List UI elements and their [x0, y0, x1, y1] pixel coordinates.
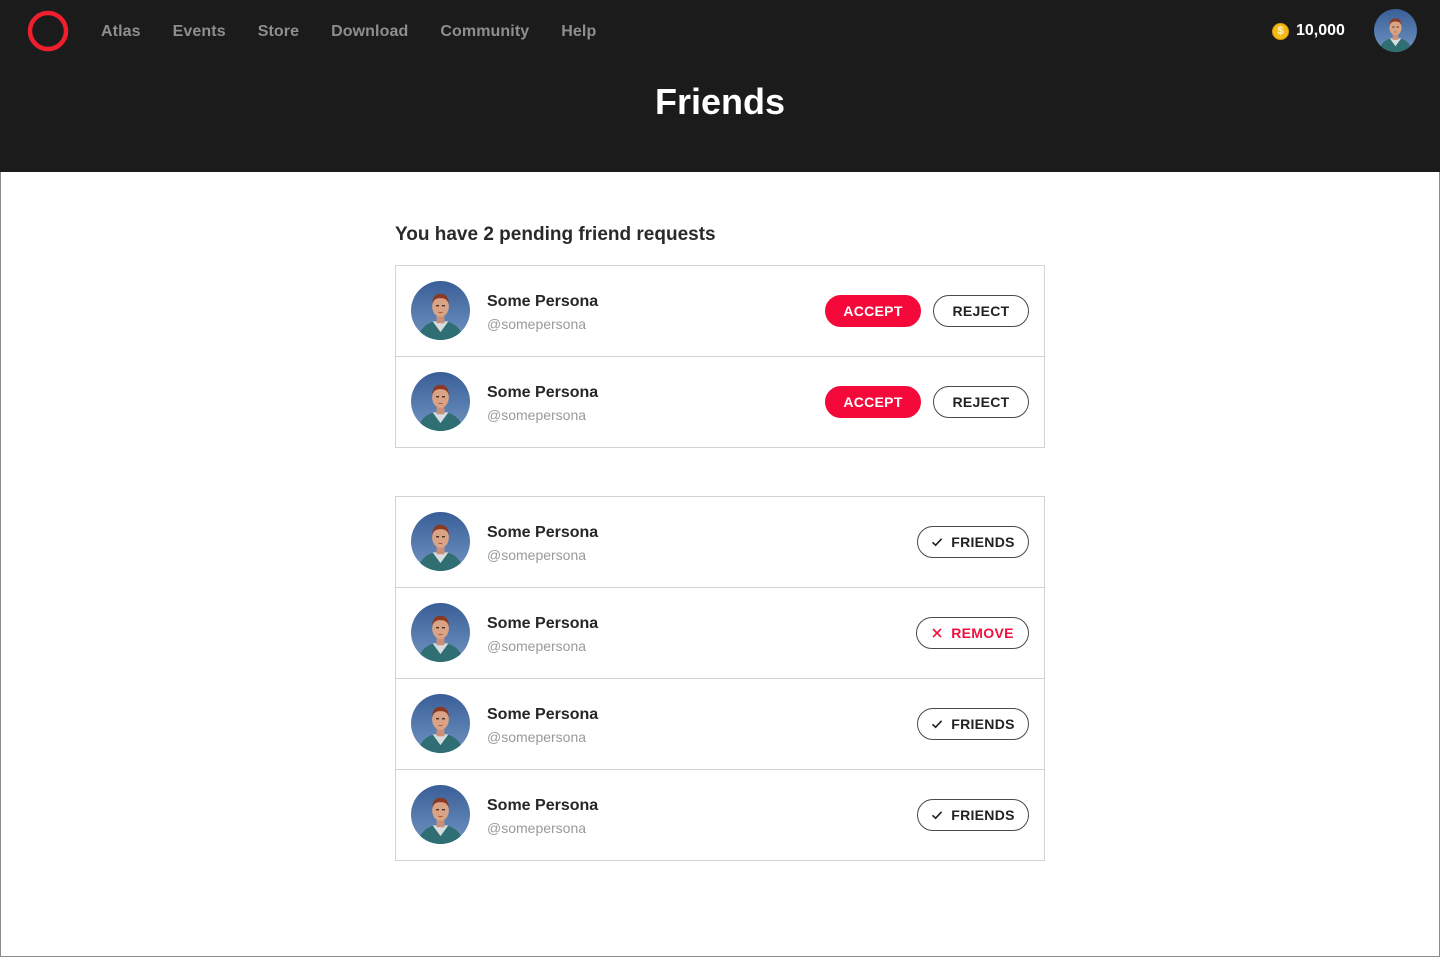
friends-list: Some Persona @somepersona FRIENDS Some P…	[395, 496, 1045, 861]
persona-name[interactable]: Some Persona	[487, 383, 598, 403]
list-item: Some Persona @somepersona FRIENDS	[396, 679, 1044, 770]
friends-button[interactable]: FRIENDS	[917, 708, 1029, 740]
friends-button[interactable]: FRIENDS	[917, 526, 1029, 558]
nav-item-download[interactable]: Download	[331, 23, 408, 41]
accept-button[interactable]: ACCEPT	[825, 295, 921, 327]
avatar[interactable]	[411, 281, 470, 340]
list-item: Some Persona @somepersona REMOVE	[396, 588, 1044, 679]
nav-item-community[interactable]: Community	[440, 23, 529, 41]
currency-balance[interactable]: $ 10,000	[1272, 20, 1345, 42]
friends-button[interactable]: FRIENDS	[917, 799, 1029, 831]
persona-handle: @somepersona	[487, 316, 587, 332]
reject-button[interactable]: REJECT	[933, 386, 1029, 418]
check-icon	[931, 718, 943, 730]
remove-button[interactable]: REMOVE	[916, 617, 1029, 649]
persona-name[interactable]: Some Persona	[487, 523, 598, 543]
top-header: Atlas Events Store Download Community He…	[0, 0, 1440, 172]
friends-button-label: FRIENDS	[951, 716, 1015, 732]
remove-button-label: REMOVE	[951, 625, 1014, 641]
list-item: Some Persona @somepersona FRIENDS	[396, 770, 1044, 860]
nav-item-atlas[interactable]: Atlas	[101, 23, 141, 41]
avatar[interactable]	[411, 512, 470, 571]
user-avatar[interactable]	[1374, 9, 1417, 52]
reject-button[interactable]: REJECT	[933, 295, 1029, 327]
check-icon	[931, 809, 943, 821]
nav-item-store[interactable]: Store	[258, 23, 299, 41]
balance-amount: 10,000	[1296, 22, 1345, 39]
close-icon	[931, 627, 943, 639]
avatar[interactable]	[411, 603, 470, 662]
friends-button-label: FRIENDS	[951, 534, 1015, 550]
logo-icon[interactable]	[26, 9, 70, 53]
coin-icon: $	[1272, 22, 1289, 40]
pending-requests-heading: You have 2 pending friend requests	[395, 224, 716, 245]
accept-button[interactable]: ACCEPT	[825, 386, 921, 418]
nav-item-help[interactable]: Help	[561, 23, 596, 41]
avatar[interactable]	[411, 785, 470, 844]
main-nav: Atlas Events Store Download Community He…	[101, 20, 596, 44]
list-item: Some Persona @somepersona ACCEPT REJECT	[396, 266, 1044, 357]
persona-name[interactable]: Some Persona	[487, 614, 598, 634]
list-item: Some Persona @somepersona FRIENDS	[396, 497, 1044, 588]
persona-name[interactable]: Some Persona	[487, 796, 598, 816]
list-item: Some Persona @somepersona ACCEPT REJECT	[396, 357, 1044, 447]
check-icon	[931, 536, 943, 548]
nav-item-events[interactable]: Events	[173, 23, 226, 41]
friends-button-label: FRIENDS	[951, 807, 1015, 823]
persona-handle: @somepersona	[487, 729, 587, 745]
persona-handle: @somepersona	[487, 638, 587, 654]
persona-handle: @somepersona	[487, 547, 587, 563]
persona-handle: @somepersona	[487, 407, 587, 423]
persona-name[interactable]: Some Persona	[487, 705, 598, 725]
persona-name[interactable]: Some Persona	[487, 292, 598, 312]
page-title: Friends	[654, 81, 786, 122]
pending-requests-list: Some Persona @somepersona ACCEPT REJECT …	[395, 265, 1045, 448]
avatar[interactable]	[411, 372, 470, 431]
persona-handle: @somepersona	[487, 820, 587, 836]
avatar[interactable]	[411, 694, 470, 753]
